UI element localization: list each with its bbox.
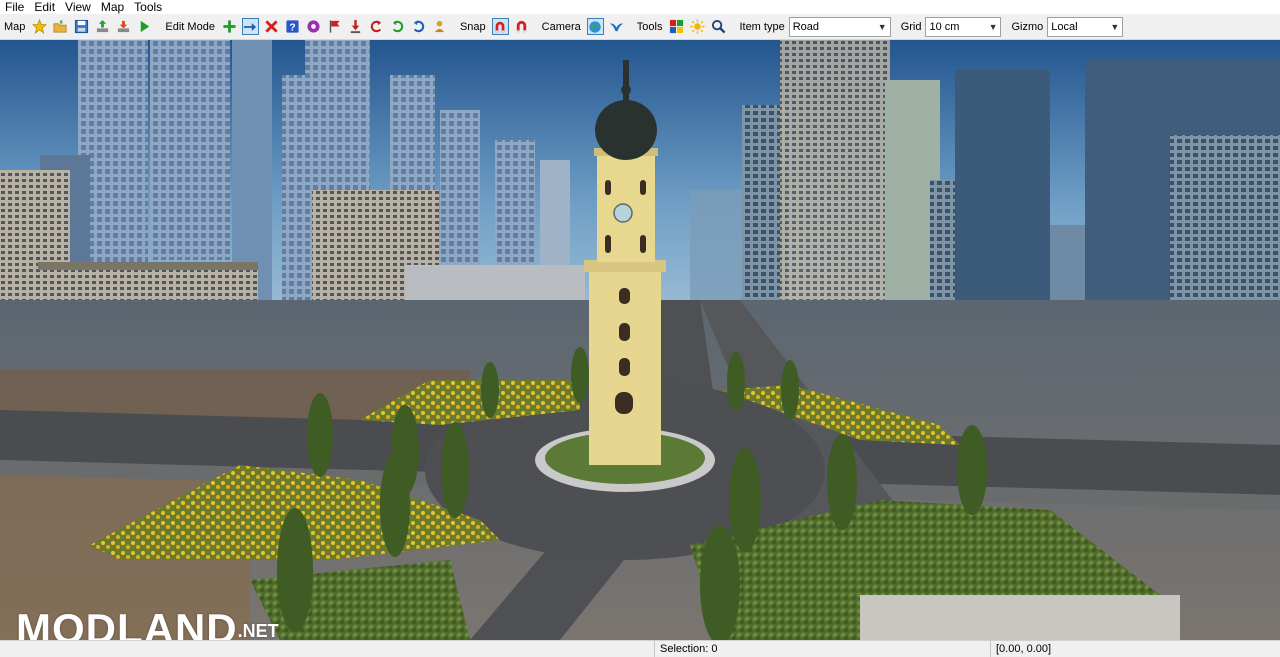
magnet-off-icon[interactable]: [513, 18, 530, 35]
chevron-down-icon: ▼: [877, 21, 887, 32]
status-bar: Selection: 0 [0.00, 0.00]: [0, 640, 1280, 657]
arrow-right-icon[interactable]: [241, 18, 259, 35]
3d-viewport[interactable]: [0, 40, 1280, 640]
item-type-select[interactable]: Road ▼: [788, 16, 891, 37]
web-icon[interactable]: [305, 18, 322, 35]
flag-icon[interactable]: [326, 18, 343, 35]
svg-text:?: ?: [289, 23, 295, 34]
menu-file[interactable]: File: [0, 0, 29, 14]
sun-icon[interactable]: [689, 18, 706, 35]
selection-status: Selection: 0: [654, 641, 990, 657]
camera-label: Camera: [541, 20, 581, 33]
watermark-suffix: .NET: [237, 621, 279, 641]
export-icon[interactable]: [94, 18, 111, 35]
globe-icon[interactable]: [586, 18, 604, 35]
rotate-left-icon[interactable]: [368, 18, 385, 35]
gizmo-select[interactable]: Local ▼: [1047, 16, 1124, 37]
menu-tools[interactable]: Tools: [129, 0, 167, 14]
map-label: Map: [4, 20, 26, 33]
gizmo-label: Gizmo: [1011, 20, 1044, 33]
import-icon[interactable]: [115, 18, 132, 35]
palette-icon[interactable]: [668, 18, 685, 35]
grid-select[interactable]: 10 cm ▼: [925, 16, 1002, 37]
coordinates-status: [0.00, 0.00]: [990, 641, 1276, 657]
menu-view[interactable]: View: [60, 0, 96, 14]
grid-value: 10 cm: [929, 20, 960, 33]
item-type-label: Item type: [739, 20, 785, 33]
play-icon[interactable]: [136, 18, 153, 35]
rotate-reset-icon[interactable]: [410, 18, 427, 35]
rotate-right-icon[interactable]: [389, 18, 406, 35]
search-icon[interactable]: [710, 18, 727, 35]
save-icon[interactable]: [73, 18, 90, 35]
tools-label: Tools: [636, 20, 663, 33]
grid-label: Grid: [900, 20, 922, 33]
delete-icon[interactable]: [263, 18, 280, 35]
star-icon[interactable]: [31, 18, 48, 35]
snap-label: Snap: [459, 20, 486, 33]
menu-map[interactable]: Map: [96, 0, 129, 14]
toolbar: Map Edit Mode ? Snap Camera Tools Item t…: [0, 14, 1280, 40]
open-folder-icon[interactable]: [52, 18, 69, 35]
gizmo-value: Local: [1051, 20, 1078, 33]
person-icon[interactable]: [431, 18, 448, 35]
chevron-down-icon: ▼: [988, 21, 998, 32]
bird-icon[interactable]: [608, 18, 625, 35]
item-type-value: Road: [792, 20, 819, 33]
place-icon[interactable]: [347, 18, 364, 35]
edit-mode-label: Edit Mode: [165, 20, 215, 33]
help-icon[interactable]: ?: [284, 18, 301, 35]
menu-edit[interactable]: Edit: [29, 0, 60, 14]
magnet-icon[interactable]: [491, 18, 509, 35]
plus-icon[interactable]: [221, 18, 238, 35]
menu-bar: File Edit View Map Tools: [0, 0, 1280, 14]
chevron-down-icon: ▼: [1110, 21, 1120, 32]
